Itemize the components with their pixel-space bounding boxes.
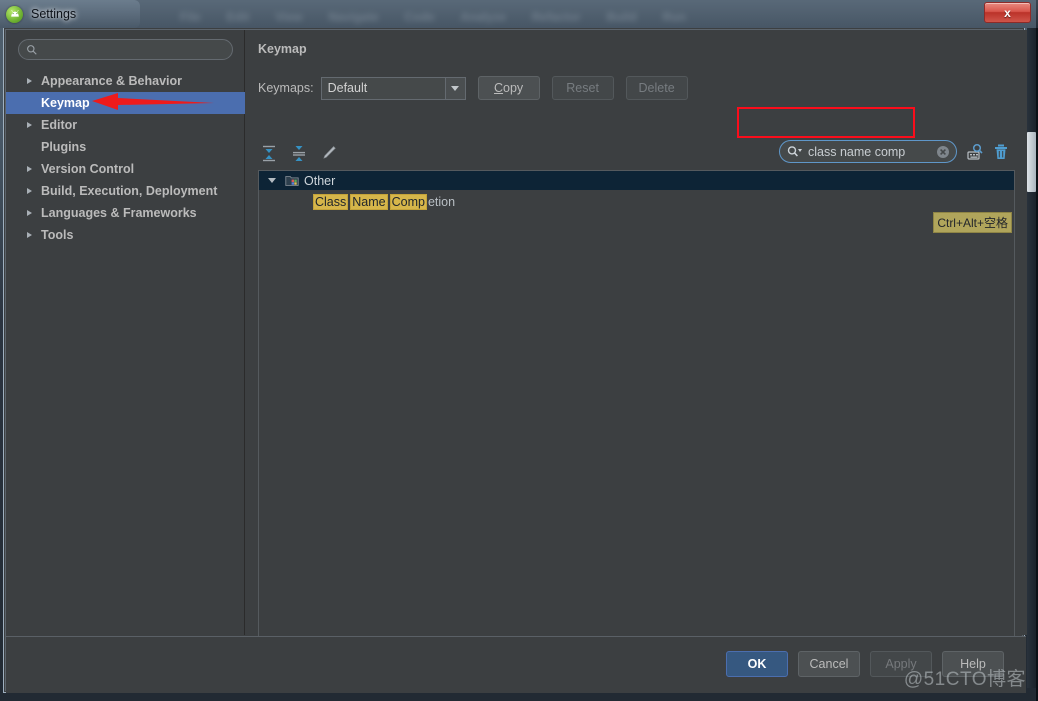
settings-dialog: Appearance & Behavior Keymap Editor Plug… [3,28,1027,693]
sidebar-item-label: Version Control [41,162,135,176]
dialog-footer-buttons: OK Cancel Apply Help [726,651,1004,677]
chevron-right-icon [27,188,32,194]
keymap-tree-toolbar [260,144,338,162]
match-highlight: Name [350,194,388,210]
sidebar-item-version-control[interactable]: Version Control [6,158,245,180]
tree-group-other[interactable]: Other [259,171,1014,190]
collapse-all-icon[interactable] [290,144,308,162]
reset-filter-trash-icon[interactable] [993,143,1009,161]
sidebar-item-label: Languages & Frameworks [41,206,197,220]
search-icon [27,44,37,55]
settings-window: Settings x Appearance & Behavior Keymap [0,0,1038,701]
reset-button[interactable]: Reset [551,76,614,100]
chevron-down-icon[interactable] [444,77,465,99]
page-title: Keymap [258,42,307,56]
copy-button-label: opy [503,81,524,95]
match-highlight: Class [313,194,349,210]
find-by-shortcut-icon[interactable] [966,143,984,161]
expand-all-icon[interactable] [260,144,278,162]
clear-icon[interactable] [936,145,950,159]
apply-button[interactable]: Apply [870,651,932,677]
sidebar-item-label: Keymap [41,96,90,110]
help-button[interactable]: Help [942,651,1004,677]
sidebar-item-plugins[interactable]: Plugins [6,136,245,158]
keymap-select[interactable]: Default [320,76,466,100]
chevron-right-icon [27,122,32,128]
match-highlight: Comp [389,194,427,210]
sidebar-item-label: Editor [41,118,78,132]
shortcut-search-box[interactable]: class name comp [779,140,957,163]
sidebar-item-keymap[interactable]: Keymap [6,92,245,114]
chevron-right-icon [27,78,32,84]
sidebar-item-label: Tools [41,228,74,242]
sidebar-item-editor[interactable]: Editor [6,114,245,136]
window-title: Settings [31,7,77,21]
android-studio-icon [6,5,23,23]
delete-button[interactable]: Delete [625,76,688,100]
close-button[interactable]: x [984,2,1031,23]
sidebar-item-build-execution-deployment[interactable]: Build, Execution, Deployment [6,180,245,202]
sidebar-item-label: Build, Execution, Deployment [41,184,218,198]
edit-shortcut-icon[interactable] [320,144,338,162]
sidebar-item-label: Appearance & Behavior [41,74,183,88]
copy-button[interactable]: Copy [477,76,540,100]
tree-group-label: Other [304,173,336,188]
sidebar-search-box[interactable] [18,39,233,60]
keymap-selected-value: Default [327,81,368,95]
sidebar-item-appearance-behavior[interactable]: Appearance & Behavior [6,70,245,92]
copy-button-mnemonic: C [494,81,504,95]
action-name-rest: etion [427,195,456,209]
settings-sidebar: Appearance & Behavior Keymap Editor Plug… [6,30,245,635]
sidebar-item-languages-frameworks[interactable]: Languages & Frameworks [6,202,245,224]
action-name: Class Name Comp etion [312,194,456,210]
keymap-settings-pane: Keymap Keymaps: Default Copy Reset Delet… [246,30,1027,653]
search-dropdown-icon[interactable] [787,145,803,159]
shortcut-badge: Ctrl+Alt+空格 [933,212,1012,233]
sidebar-item-tools[interactable]: Tools [6,224,245,246]
dialog-footer: OK Cancel Apply Help [6,636,1026,693]
cancel-button[interactable]: Cancel [798,651,860,677]
sidebar-search-input[interactable] [38,41,218,58]
sidebar-item-label: Plugins [41,140,87,154]
title-bar: Settings x [0,0,1038,28]
keymaps-label: Keymaps: [258,81,314,95]
chevron-right-icon [27,232,32,238]
dialog-inner-frame: Appearance & Behavior Keymap Editor Plug… [5,29,1027,693]
chevron-right-icon [27,210,32,216]
keymap-search-area: class name comp [779,140,1009,163]
chevron-down-icon[interactable] [268,178,276,183]
chevron-right-icon [27,166,32,172]
table-row[interactable]: Class Name Comp etion Ctrl+Alt+空格 [259,192,1014,233]
keymap-actions-tree: Other Class Name Comp etion Ctrl+Alt+空格 [258,170,1015,653]
folder-other-icon [285,175,299,186]
keymaps-toolbar: Keymaps: Default Copy Reset Delete [258,76,958,100]
ok-button[interactable]: OK [726,651,788,677]
settings-category-tree: Appearance & Behavior Keymap Editor Plug… [6,70,245,246]
shortcut-search-value: class name comp [808,144,906,159]
